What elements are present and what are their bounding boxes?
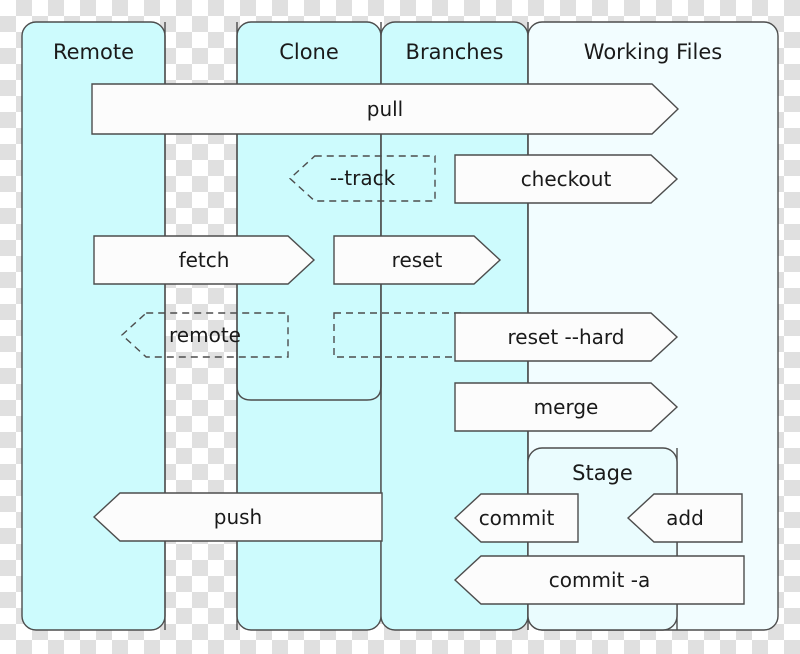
shape-commit-a[interactable] — [453, 555, 745, 605]
shape-commit[interactable] — [453, 493, 579, 543]
shape-checkout[interactable] — [454, 154, 679, 204]
shape-fetch[interactable] — [93, 235, 316, 285]
diagram-canvas: Remote Clone Branches Working Files Stage pul… — [0, 0, 800, 654]
shape-pull[interactable] — [91, 83, 680, 135]
shape-push[interactable] — [92, 492, 383, 542]
shape-merge[interactable] — [454, 382, 679, 432]
shape-reset-hard[interactable] — [454, 312, 679, 362]
shape-reset[interactable] — [333, 235, 502, 285]
diagram-svg — [21, 21, 779, 631]
